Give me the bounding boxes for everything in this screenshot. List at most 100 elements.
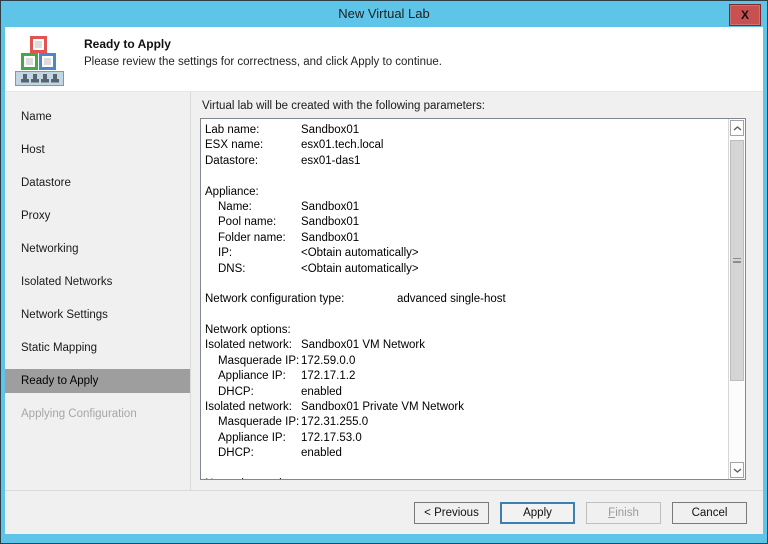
scrollbar[interactable] [728,119,745,479]
summary-line: DHCP:enabled [205,385,727,400]
summary-value: 172.31.255.0 [301,415,368,430]
finish-button: Finish [586,502,661,524]
sidebar-item-datastore[interactable]: Datastore [5,171,190,195]
footer: < Previous Apply Finish Cancel [5,491,763,534]
summary-label: Pool name: [218,215,301,230]
summary-value: 172.17.1.2 [301,369,355,384]
summary-caption: Virtual lab will be created with the fol… [202,100,485,112]
previous-button-label: < Previous [424,507,479,519]
summary-value: 172.17.53.0 [301,431,362,446]
step-title: Ready to Apply [84,37,171,51]
virtual-lab-icon [14,35,70,87]
summary-value: 172.59.0.0 [301,354,355,369]
summary-value: Sandbox01 VM Network [301,338,425,353]
wizard-header: Ready to Apply Please review the setting… [5,27,763,92]
sidebar-item-name[interactable]: Name [5,105,190,129]
summary-label: DNS: [218,262,301,277]
summary-line: Network options: [205,323,727,338]
summary-value: esx01.tech.local [301,138,383,153]
titlebar[interactable]: New Virtual Lab X [0,0,768,27]
summary-label: IP: [218,246,301,261]
summary-box: Lab name:Sandbox01ESX name:esx01.tech.lo… [200,118,746,480]
main-panel: Virtual lab will be created with the fol… [191,92,763,490]
summary-label: DHCP: [218,385,301,400]
summary-line: Folder name:Sandbox01 [205,231,727,246]
block-blue-icon [39,53,56,70]
summary-label: Masquerade IP: [218,354,301,369]
summary-line: Datastore:esx01-das1 [205,154,727,169]
cancel-button[interactable]: Cancel [672,502,747,524]
chevron-up-icon [733,126,742,131]
summary-label: Network options: [205,323,301,338]
window-title: New Virtual Lab [0,6,768,21]
network-nodes-icon [15,71,64,86]
summary-value: <Obtain automatically> [301,262,419,277]
summary-line [205,462,727,477]
sidebar-item-static-mapping[interactable]: Static Mapping [5,336,190,360]
summary-text: Lab name:Sandbox01ESX name:esx01.tech.lo… [201,119,727,479]
summary-line: DNS:<Obtain automatically> [205,262,727,277]
new-virtual-lab-dialog: New Virtual Lab X [0,0,768,544]
sidebar-item-proxy[interactable]: Proxy [5,204,190,228]
summary-label: Masquerade IP: [218,415,301,430]
summary-label: Network configuration type: [205,292,397,307]
scrollbar-thumb[interactable] [730,140,744,381]
wizard-steps-nav: Name Host Datastore Proxy Networking Isolated… [5,92,190,490]
summary-value: enabled [301,446,342,461]
summary-line: Network configuration type:advanced sing… [205,292,727,307]
summary-value: <Obtain automatically> [301,246,419,261]
summary-value: enabled [301,385,342,400]
scrollbar-up-button[interactable] [730,120,744,136]
summary-value: Sandbox01 [301,215,359,230]
summary-line: Name:Sandbox01 [205,200,727,215]
sidebar-item-applying-configuration: Applying Configuration [5,402,190,426]
summary-value: Sandbox01 [301,200,359,215]
summary-label: Network mapping: [205,477,301,479]
apply-button-label: Apply [523,507,552,519]
dialog-body: Ready to Apply Please review the setting… [5,27,763,534]
finish-button-label: Finish [608,507,639,519]
summary-line: DHCP:enabled [205,446,727,461]
summary-line: Masquerade IP:172.59.0.0 [205,354,727,369]
summary-line: ESX name:esx01.tech.local [205,138,727,153]
scrollbar-down-button[interactable] [730,462,744,478]
summary-line: Isolated network:Sandbox01 VM Network [205,338,727,353]
summary-value: Sandbox01 Private VM Network [301,400,464,415]
summary-label: Appliance: [205,185,301,200]
summary-line: Masquerade IP:172.31.255.0 [205,415,727,430]
summary-label: ESX name: [205,138,301,153]
summary-line: Lab name:Sandbox01 [205,123,727,138]
summary-label: Folder name: [218,231,301,246]
summary-label [205,308,301,323]
step-subtitle: Please review the settings for correctne… [84,56,442,68]
summary-label: Isolated network: [205,338,301,353]
sidebar-item-isolated-networks[interactable]: Isolated Networks [5,270,190,294]
block-red-icon [30,36,47,53]
summary-line [205,169,727,184]
sidebar-item-host[interactable]: Host [5,138,190,162]
sidebar-item-ready-to-apply[interactable]: Ready to Apply [5,369,190,393]
summary-value: esx01-das1 [301,154,360,169]
summary-label [205,277,301,292]
scrollbar-grip-icon [733,258,741,263]
cancel-button-label: Cancel [692,507,728,519]
summary-label [205,462,301,477]
summary-label: Appliance IP: [218,369,301,384]
close-icon: X [741,8,749,22]
apply-button[interactable]: Apply [500,502,575,524]
summary-line: Appliance: [205,185,727,200]
previous-button[interactable]: < Previous [414,502,489,524]
summary-label: Name: [218,200,301,215]
summary-line: Appliance IP:172.17.53.0 [205,431,727,446]
summary-label: Isolated network: [205,400,301,415]
close-button[interactable]: X [729,4,761,26]
sidebar-item-networking[interactable]: Networking [5,237,190,261]
summary-line: Pool name:Sandbox01 [205,215,727,230]
chevron-down-icon [733,468,742,473]
summary-value: Sandbox01 [301,231,359,246]
summary-line [205,277,727,292]
sidebar-item-network-settings[interactable]: Network Settings [5,303,190,327]
summary-label [205,169,301,184]
summary-line: Network mapping: [205,477,727,479]
summary-line: Appliance IP:172.17.1.2 [205,369,727,384]
